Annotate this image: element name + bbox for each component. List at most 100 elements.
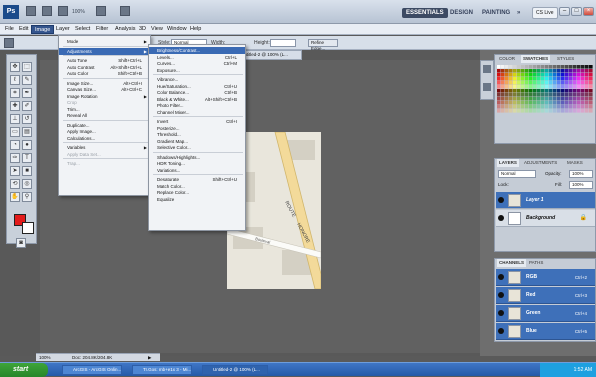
maximize-icon[interactable]: □ bbox=[571, 7, 582, 16]
crop-tool-icon[interactable]: ⌗ bbox=[10, 88, 20, 98]
channel-row-blue[interactable]: Blue Ctrl+5 bbox=[496, 323, 595, 340]
cs-live-button[interactable]: CS Live bbox=[532, 7, 558, 19]
arrange-documents-icon[interactable] bbox=[96, 6, 106, 16]
visibility-eye-icon[interactable] bbox=[498, 274, 504, 280]
channel-row-rgb[interactable]: RGB Ctrl+2 bbox=[496, 269, 595, 286]
swatch-cell bbox=[565, 85, 569, 89]
tab-paths[interactable]: PATHS bbox=[527, 259, 545, 267]
menu-file[interactable]: File bbox=[2, 25, 17, 34]
layer-row-background[interactable]: Background 🔒 bbox=[496, 210, 595, 227]
menu-image[interactable]: Image bbox=[31, 25, 55, 34]
menu-item-exposure[interactable]: Exposure... bbox=[149, 67, 245, 74]
tab-masks[interactable]: MASKS bbox=[565, 159, 585, 167]
tab-swatches[interactable]: SWATCHES bbox=[521, 55, 551, 63]
blur-tool-icon[interactable]: ◔ bbox=[10, 140, 20, 150]
start-button[interactable]: start bbox=[0, 363, 48, 377]
clone-stamp-tool-icon[interactable]: ⊥ bbox=[10, 114, 20, 124]
tab-color[interactable]: COLOR bbox=[497, 55, 517, 63]
layer-row-layer1[interactable]: Layer 1 bbox=[496, 192, 595, 209]
swatch-cell bbox=[561, 73, 565, 77]
menu-filter[interactable]: Filter bbox=[93, 25, 111, 34]
navigator-icon[interactable] bbox=[483, 83, 491, 91]
screen-mode-icon[interactable] bbox=[120, 6, 130, 16]
menu-item-reveal-all[interactable]: Reveal All bbox=[59, 112, 150, 119]
height-input[interactable] bbox=[270, 39, 296, 47]
menu-item-auto-color[interactable]: Auto Color Shift+Ctrl+B bbox=[59, 70, 150, 77]
swatch-cell bbox=[521, 105, 525, 109]
taskbar-item-document[interactable]: Tr.Gos: mb+e1x 3 - Mi... bbox=[132, 365, 192, 375]
workspace-more-button[interactable]: » bbox=[513, 8, 524, 18]
document-tab[interactable]: Untitled-2 @ 100% (L... bbox=[238, 50, 302, 60]
quick-select-tool-icon[interactable]: ✎ bbox=[22, 75, 32, 85]
channel-row-red[interactable]: Red Ctrl+3 bbox=[496, 287, 595, 304]
minibridge-icon[interactable] bbox=[42, 6, 52, 16]
tab-channels[interactable]: CHANNELS bbox=[497, 259, 527, 267]
tab-layers[interactable]: LAYERS bbox=[497, 159, 519, 167]
tab-adjustments[interactable]: ADJUSTMENTS bbox=[522, 159, 559, 167]
marquee-preset-icon[interactable] bbox=[4, 38, 14, 48]
swatch-cell bbox=[517, 109, 521, 113]
tab-styles[interactable]: STYLES bbox=[555, 55, 576, 63]
menu-item-variations[interactable]: Variations... bbox=[149, 167, 245, 174]
refine-edge-button[interactable]: Refine Edge... bbox=[308, 39, 338, 51]
move-tool-icon[interactable]: ✥ bbox=[10, 62, 20, 72]
background-color-swatch[interactable] bbox=[22, 222, 34, 234]
histogram-icon[interactable] bbox=[483, 65, 491, 73]
healing-tool-icon[interactable]: ✚ bbox=[10, 101, 20, 111]
menu-item-calculations[interactable]: Calculations... bbox=[59, 135, 150, 142]
marquee-tool-icon[interactable]: ⬚ bbox=[22, 62, 32, 72]
workspace-painting-button[interactable]: PAINTING bbox=[478, 8, 514, 18]
visibility-eye-icon[interactable] bbox=[498, 292, 504, 298]
taskbar-item-photoshop[interactable]: Untitled-2 @ 100% (L... bbox=[202, 365, 268, 375]
menu-item-adjustments[interactable]: Adjustments ▶ bbox=[59, 47, 150, 55]
eraser-tool-icon[interactable]: ▭ bbox=[10, 127, 20, 137]
blend-mode-select[interactable]: Normal bbox=[498, 170, 536, 178]
menu-edit[interactable]: Edit bbox=[16, 25, 31, 34]
gradient-tool-icon[interactable]: ▤ bbox=[22, 127, 32, 137]
status-zoom[interactable]: 100% bbox=[39, 354, 51, 361]
shape-tool-icon[interactable]: ■ bbox=[22, 166, 32, 176]
hand-tool-icon[interactable]: ✋ bbox=[10, 192, 20, 202]
path-select-tool-icon[interactable]: ➤ bbox=[10, 166, 20, 176]
workspace-essentials-button[interactable]: ESSENTIALS bbox=[402, 8, 448, 18]
taskbar-item-arcgis[interactable]: ArcGIS - ArcGIS Onlin... bbox=[62, 365, 122, 375]
visibility-eye-icon[interactable] bbox=[498, 310, 504, 316]
swatch-grid[interactable] bbox=[497, 65, 593, 141]
close-icon[interactable]: × bbox=[583, 7, 594, 16]
menu-item-equalize[interactable]: Equalize bbox=[149, 196, 245, 203]
menu-help[interactable]: Help bbox=[187, 25, 204, 34]
channel-row-green[interactable]: Green Ctrl+4 bbox=[496, 305, 595, 322]
status-arrow-icon[interactable]: ▶ bbox=[148, 354, 151, 361]
visibility-eye-icon[interactable] bbox=[498, 328, 504, 334]
menu-analysis[interactable]: Analysis bbox=[112, 25, 138, 34]
3d-rotate-tool-icon[interactable]: ⟲ bbox=[10, 179, 20, 189]
system-tray-clock[interactable]: 1:52 AM bbox=[540, 363, 596, 377]
workspace-design-button[interactable]: DESIGN bbox=[446, 8, 477, 18]
quick-mask-icon[interactable]: ◙ bbox=[16, 238, 26, 248]
menu-item-channel-mixer[interactable]: Channel Mixer... bbox=[149, 109, 245, 116]
visibility-eye-icon[interactable] bbox=[498, 215, 504, 221]
brush-tool-icon[interactable]: ✐ bbox=[22, 101, 32, 111]
view-extras-icon[interactable] bbox=[58, 6, 68, 16]
lasso-tool-icon[interactable]: ℓ bbox=[10, 75, 20, 85]
menu-item-mode[interactable]: Mode ▶ bbox=[59, 38, 150, 45]
fill-input[interactable]: 100% bbox=[569, 181, 593, 189]
bridge-icon[interactable] bbox=[26, 6, 36, 16]
application-bar: Ps 100% ESSENTIALS DESIGN PAINTING » CS … bbox=[0, 0, 596, 24]
opacity-input[interactable]: 100% bbox=[569, 170, 593, 178]
type-tool-icon[interactable]: T bbox=[22, 153, 32, 163]
zoom-tool-icon[interactable]: ⚲ bbox=[22, 192, 32, 202]
history-brush-tool-icon[interactable]: ↺ bbox=[22, 114, 32, 124]
visibility-eye-icon[interactable] bbox=[498, 197, 504, 203]
menu-item-selective-color[interactable]: Selective Color... bbox=[149, 144, 245, 151]
swatch-cell bbox=[541, 101, 545, 105]
zoom-level[interactable]: 100% bbox=[72, 9, 85, 15]
eyedropper-tool-icon[interactable]: ✒ bbox=[22, 88, 32, 98]
dodge-tool-icon[interactable]: ● bbox=[22, 140, 32, 150]
menu-window[interactable]: Window bbox=[164, 25, 190, 34]
minimize-icon[interactable]: – bbox=[559, 7, 570, 16]
pen-tool-icon[interactable]: ✑ bbox=[10, 153, 20, 163]
3d-orbit-tool-icon[interactable]: ◎ bbox=[22, 179, 32, 189]
menu-layer[interactable]: Layer bbox=[53, 25, 73, 34]
menu-select[interactable]: Select bbox=[72, 25, 93, 34]
